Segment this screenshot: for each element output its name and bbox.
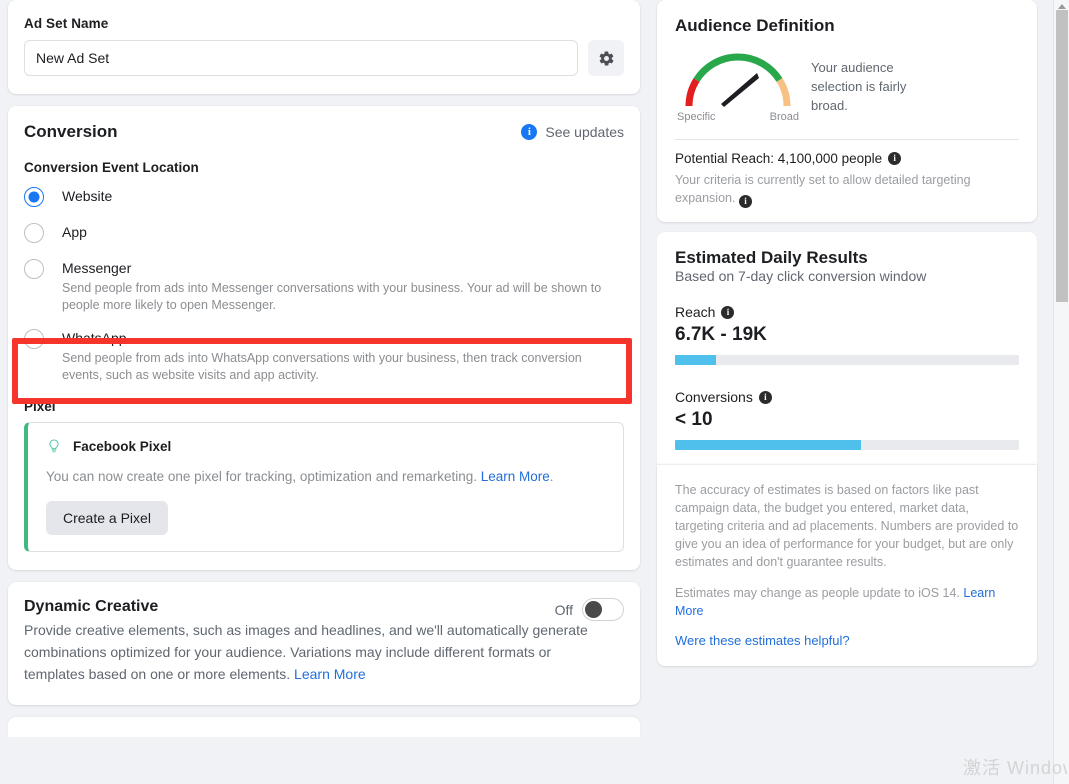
estimates-ios-note: Estimates may change as people update to… [675,584,1019,620]
see-updates-link[interactable]: i See updates [521,124,624,140]
radio-messenger-label: Messenger [62,258,624,278]
dynamic-creative-toggle-wrap: Off [555,598,624,621]
radio-whatsapp-label: WhatsApp [62,328,624,348]
page-scrollbar[interactable] [1053,0,1069,784]
right-column: Audience Definition Specific Broad Your … [657,0,1037,666]
radio-website[interactable] [24,187,44,207]
reach-bar-track [675,355,1019,365]
reach-label-text: Reach [675,304,715,320]
reach-bar-fill [675,355,716,365]
potential-reach-info-icon[interactable]: i [888,152,901,165]
conversion-event-location-label: Conversion Event Location [24,160,624,175]
ad-set-name-input[interactable] [24,40,578,76]
gauge-icon [675,48,801,110]
facebook-pixel-header: Facebook Pixel [46,437,607,455]
scrollbar-thumb[interactable] [1056,10,1068,302]
gauge-min-label: Specific [677,111,716,123]
dynamic-creative-toggle-label: Off [555,602,573,618]
dynamic-creative-title: Dynamic Creative [24,598,624,616]
conversion-header: Conversion i See updates [24,122,624,142]
radio-website-body: Website [62,186,624,206]
audience-definition-card: Audience Definition Specific Broad Your … [657,0,1037,222]
dynamic-creative-text: Provide creative elements, such as image… [24,619,602,685]
ad-set-name-card: Ad Set Name [8,0,640,94]
dynamic-creative-card: Off Dynamic Creative Provide creative el… [8,582,640,705]
radio-messenger-desc: Send people from ads into Messenger conv… [62,280,624,314]
ad-set-name-label: Ad Set Name [24,16,624,31]
left-column: Ad Set Name Conversion i See updates Con… [8,0,640,737]
potential-reach-line: Potential Reach: 4,100,000 people i [675,151,1019,166]
gauge-max-label: Broad [770,111,799,123]
toggle-knob [585,601,602,618]
reach-metric-label: Reach i [675,304,1019,320]
conversions-bar-fill [675,440,861,450]
facebook-pixel-card: Facebook Pixel You can now create one pi… [24,422,624,552]
gear-icon [598,50,615,67]
info-icon: i [521,124,537,140]
conversion-card: Conversion i See updates Conversion Even… [8,106,640,570]
scroll-up-arrow-icon[interactable] [1058,4,1066,9]
radio-option-website[interactable]: Website [24,186,624,207]
dynamic-creative-toggle[interactable] [582,598,624,621]
audience-criteria-line: Your criteria is currently set to allow … [675,171,1019,208]
ad-set-name-row [24,40,624,76]
see-updates-label: See updates [545,124,624,140]
radio-option-app[interactable]: App [24,222,624,243]
next-section-card-partial [8,717,640,737]
estimated-daily-results-card: Estimated Daily Results Based on 7-day c… [657,232,1037,464]
ios-note-text: Estimates may change as people update to… [675,586,963,600]
radio-whatsapp-desc: Send people from ads into WhatsApp conve… [62,350,624,384]
lightbulb-icon [46,437,62,455]
reach-metric-value: 6.7K - 19K [675,324,1019,346]
gauge-scale: Specific Broad [675,111,801,123]
conversions-metric-value: < 10 [675,409,1019,431]
facebook-pixel-title: Facebook Pixel [73,439,171,454]
audience-note: Your audience selection is fairly broad. [811,42,941,115]
estimates-subtitle: Based on 7-day click conversion window [675,268,1019,284]
criteria-info-icon[interactable]: i [739,195,752,208]
estimates-disclaimer-card: The accuracy of estimates is based on fa… [657,464,1037,666]
radio-app-body: App [62,222,624,242]
audience-definition-title: Audience Definition [675,16,1019,36]
estimates-disclaimer-text: The accuracy of estimates is based on fa… [675,481,1019,571]
audience-gauge-row: Specific Broad Your audience selection i… [675,42,1019,123]
conversions-label-text: Conversions [675,389,753,405]
radio-option-whatsapp[interactable]: WhatsApp Send people from ads into Whats… [24,328,624,384]
potential-reach-label: Potential Reach: 4,100,000 people [675,151,882,166]
pixel-text-part2: . [550,469,554,484]
radio-app-label: App [62,222,624,242]
pixel-learn-more-link[interactable]: Learn More [481,469,550,484]
estimates-helpful-link[interactable]: Were these estimates helpful? [675,633,1019,648]
audience-divider [675,139,1019,140]
create-a-pixel-button[interactable]: Create a Pixel [46,501,168,535]
audience-gauge: Specific Broad [675,42,801,123]
ad-set-settings-button[interactable] [588,40,624,76]
conversions-metric-label: Conversions i [675,389,1019,405]
dynamic-creative-learn-more-link[interactable]: Learn More [294,666,366,682]
pixel-text-part1: You can now create one pixel for trackin… [46,469,481,484]
reach-info-icon[interactable]: i [721,306,734,319]
radio-option-messenger[interactable]: Messenger Send people from ads into Mess… [24,258,624,314]
conversions-info-icon[interactable]: i [759,391,772,404]
estimates-title: Estimated Daily Results [675,248,1019,268]
radio-app[interactable] [24,223,44,243]
conversion-title: Conversion [24,122,118,142]
pixel-section-label: Pixel [24,399,624,414]
radio-whatsapp-body: WhatsApp Send people from ads into Whats… [62,328,624,384]
radio-whatsapp[interactable] [24,329,44,349]
ads-manager-adset-page: Ad Set Name Conversion i See updates Con… [0,0,1069,784]
audience-criteria-text: Your criteria is currently set to allow … [675,173,971,205]
radio-website-label: Website [62,186,624,206]
radio-messenger[interactable] [24,259,44,279]
facebook-pixel-text: You can now create one pixel for trackin… [46,466,576,487]
windows-activation-watermark: 激活 Windows [963,754,1067,780]
radio-messenger-body: Messenger Send people from ads into Mess… [62,258,624,314]
conversions-bar-track [675,440,1019,450]
